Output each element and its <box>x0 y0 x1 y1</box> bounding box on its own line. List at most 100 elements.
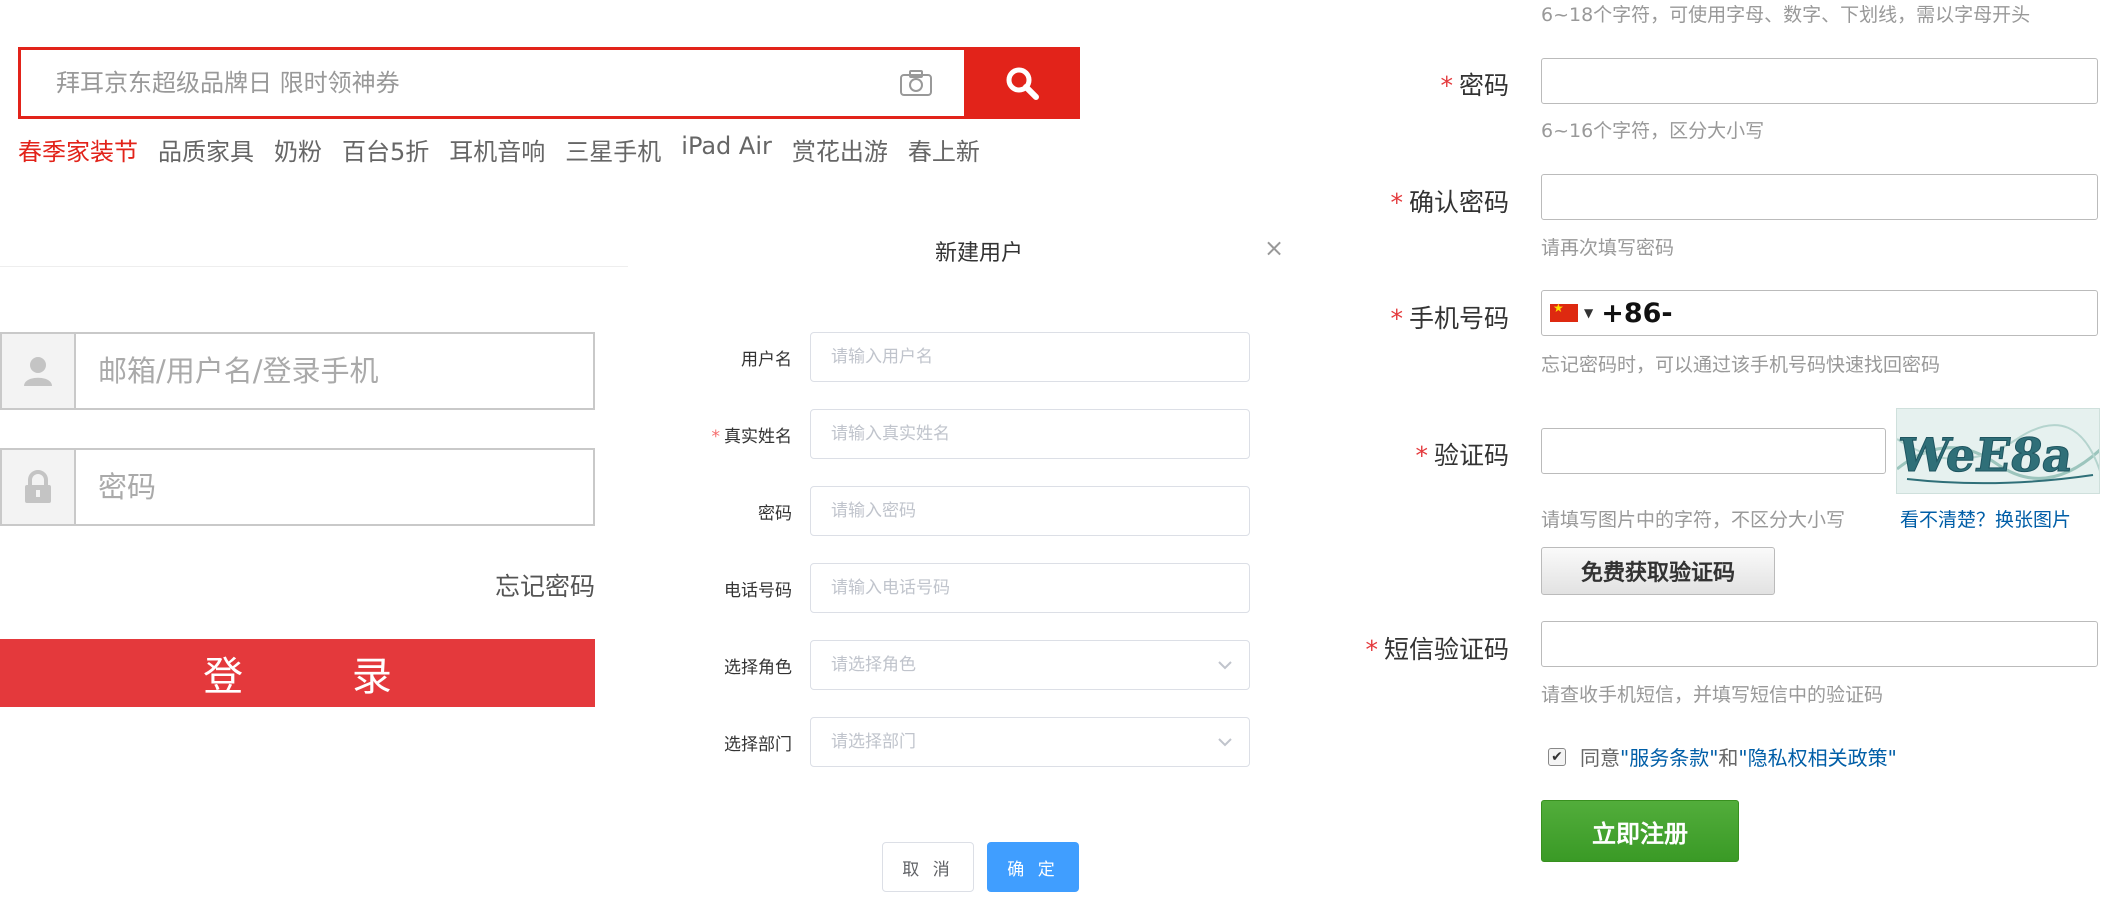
form-row-username: 用户名 请输入用户名 <box>700 332 1250 384</box>
password-label-text: 密码 <box>1458 71 1509 100</box>
agree-text: 同意 <box>1580 746 1620 770</box>
field-label-text: 真实姓名 <box>724 427 792 447</box>
confirm-button[interactable]: 确 定 <box>987 842 1079 892</box>
lock-icon <box>25 470 51 503</box>
username-input[interactable]: 请输入用户名 <box>810 332 1250 382</box>
captcha-label-text: 验证码 <box>1433 441 1509 470</box>
lock-icon-cell <box>2 450 76 524</box>
field-label: 选择部门 <box>724 730 792 755</box>
privacy-link[interactable]: "隐私权相关政策" <box>1738 742 1896 771</box>
agreement-row: ✔ 同意 "服务条款" 和 "隐私权相关政策" <box>1548 742 1897 771</box>
hot-words: 春季家装节 品质家具 奶粉 百台5折 耳机音响 三星手机 iPad Air 赏花… <box>18 132 980 167</box>
hot-word[interactable]: 赏花出游 <box>792 132 888 167</box>
captcha-text: WeE8a <box>1897 428 2076 482</box>
field-label: 电话号码 <box>724 576 792 601</box>
hot-word[interactable]: 三星手机 <box>565 132 661 167</box>
role-select[interactable]: 请选择角色 <box>810 640 1250 690</box>
user-icon-cell <box>2 334 76 408</box>
required-mark: * <box>1390 304 1403 333</box>
login-button[interactable]: 登 录 <box>0 639 595 707</box>
password-input[interactable]: 请输入密码 <box>810 486 1250 536</box>
password-input[interactable] <box>1541 58 2098 104</box>
hot-word[interactable]: 百台5折 <box>342 132 429 167</box>
required-mark: * <box>711 427 721 447</box>
username-hint: 6~18个字符，可使用字母、数字、下划线，需以字母开头 <box>1541 4 2031 26</box>
field-label-text: 用户名 <box>741 350 792 370</box>
phone-input[interactable]: 请输入电话号码 <box>810 563 1250 613</box>
phone-prefix: +86- <box>1601 297 1673 329</box>
field-label: * 真实姓名 <box>712 422 793 447</box>
caret-down-icon[interactable]: ▼ <box>1584 306 1593 320</box>
phone-label: * 手机号码 <box>1390 299 1509 335</box>
password-input[interactable] <box>76 450 593 524</box>
phone-input[interactable]: ▼ +86- <box>1541 290 2098 336</box>
and-text: 和 <box>1718 746 1739 770</box>
captcha-label: * 验证码 <box>1415 436 1509 472</box>
confirm-password-label-text: 确认密码 <box>1408 188 1509 217</box>
captcha-hint: 请填写图片中的字符，不区分大小写 <box>1541 509 1846 531</box>
captcha-refresh-link[interactable]: 看不清楚？换张图片 <box>1900 505 2071 532</box>
search-icon <box>1006 67 1039 100</box>
user-icon <box>24 357 52 386</box>
hot-word[interactable]: 品质家具 <box>158 132 254 167</box>
required-mark: * <box>1390 188 1403 217</box>
phone-hint: 忘记密码时，可以通过该手机号码快速找回密码 <box>1541 354 1941 376</box>
field-label-text: 密码 <box>758 504 792 524</box>
field-label-text: 选择角色 <box>724 658 792 678</box>
realname-input[interactable]: 请输入真实姓名 <box>810 409 1250 459</box>
username-field <box>0 332 595 410</box>
china-flag-icon[interactable] <box>1550 301 1578 322</box>
select-placeholder: 请选择部门 <box>831 732 916 752</box>
select-placeholder: 请选择角色 <box>831 655 916 675</box>
confirm-password-hint: 请再次填写密码 <box>1541 237 1675 259</box>
captcha-image[interactable]: WeE8a <box>1896 408 2100 494</box>
phone-label-text: 手机号码 <box>1408 304 1509 333</box>
forgot-password-link[interactable]: 忘记密码 <box>495 567 595 603</box>
sms-code-label-text: 短信验证码 <box>1383 635 1509 664</box>
search-button[interactable] <box>964 47 1080 119</box>
form-row-password: 密码 请输入密码 <box>700 486 1250 538</box>
captcha-graphic: WeE8a <box>1897 424 2099 485</box>
register-button[interactable]: 立即注册 <box>1541 800 1739 862</box>
hot-word[interactable]: 耳机音响 <box>449 132 545 167</box>
hot-word[interactable]: 春季家装节 <box>18 132 138 167</box>
field-label: 密码 <box>758 499 792 524</box>
cancel-button[interactable]: 取 消 <box>882 842 974 892</box>
chevron-down-icon <box>1218 738 1232 747</box>
form-row-phone: 电话号码 请输入电话号码 <box>700 563 1250 615</box>
password-label: * 密码 <box>1440 66 1509 102</box>
hot-word[interactable]: iPad Air <box>681 132 772 167</box>
search-box <box>18 47 1080 119</box>
dialog-title: 新建用户 <box>935 241 1024 266</box>
field-label: 选择角色 <box>724 653 792 678</box>
field-label-text: 选择部门 <box>724 735 792 755</box>
field-label: 用户名 <box>741 345 792 370</box>
form-row-role: 选择角色 请选择角色 <box>700 640 1250 692</box>
password-hint: 6~16个字符，区分大小写 <box>1541 120 1765 142</box>
field-label-text: 电话号码 <box>724 581 792 601</box>
form-row-department: 选择部门 请选择部门 <box>700 717 1250 769</box>
divider <box>0 266 628 267</box>
required-mark: * <box>1440 71 1453 100</box>
confirm-password-label: * 确认密码 <box>1390 183 1509 219</box>
sms-code-input[interactable] <box>1541 621 2098 667</box>
terms-link[interactable]: "服务条款" <box>1620 742 1718 771</box>
password-field <box>0 448 595 526</box>
captcha-input[interactable] <box>1541 428 1886 474</box>
hot-word[interactable]: 春上新 <box>908 132 980 167</box>
search-input[interactable] <box>21 50 927 116</box>
camera-icon[interactable] <box>899 69 933 97</box>
required-mark: * <box>1365 635 1378 664</box>
department-select[interactable]: 请选择部门 <box>810 717 1250 767</box>
chevron-down-icon <box>1218 661 1232 670</box>
sms-code-label: * 短信验证码 <box>1365 630 1509 666</box>
username-input[interactable] <box>76 334 593 408</box>
required-mark: * <box>1415 441 1428 470</box>
form-row-realname: * 真实姓名 请输入真实姓名 <box>700 409 1250 461</box>
get-sms-code-button[interactable]: 免费获取验证码 <box>1541 547 1775 595</box>
close-icon[interactable]: × <box>1264 234 1284 262</box>
sms-code-hint: 请查收手机短信，并填写短信中的验证码 <box>1541 684 1884 706</box>
hot-word[interactable]: 奶粉 <box>274 132 322 167</box>
agreement-checkbox[interactable]: ✔ <box>1548 747 1566 766</box>
confirm-password-input[interactable] <box>1541 174 2098 220</box>
